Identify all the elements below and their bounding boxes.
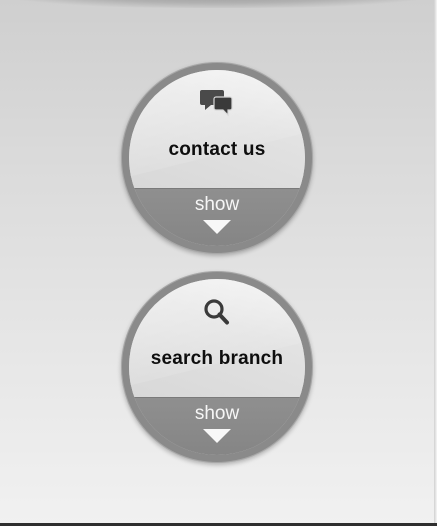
contact-us-button[interactable]: contact us show	[121, 62, 313, 254]
contact-us-label: contact us	[168, 139, 266, 160]
show-label: show	[194, 403, 240, 424]
top-panel-shadow	[0, 0, 437, 8]
down-arrow-icon	[203, 429, 231, 443]
chat-bubbles-icon	[200, 90, 233, 117]
contact-us-button-face: contact us show	[129, 70, 305, 246]
show-label: show	[194, 194, 240, 215]
search-icon	[204, 299, 229, 325]
search-branch-button[interactable]: search branch show	[121, 271, 313, 463]
gloss-highlight	[129, 279, 305, 389]
show-toggle[interactable]: show	[129, 188, 305, 246]
search-branch-button-face: search branch show	[129, 279, 305, 455]
down-arrow-icon	[203, 220, 231, 234]
show-toggle[interactable]: show	[129, 397, 305, 455]
gloss-highlight	[129, 70, 305, 180]
search-branch-label: search branch	[150, 348, 284, 369]
